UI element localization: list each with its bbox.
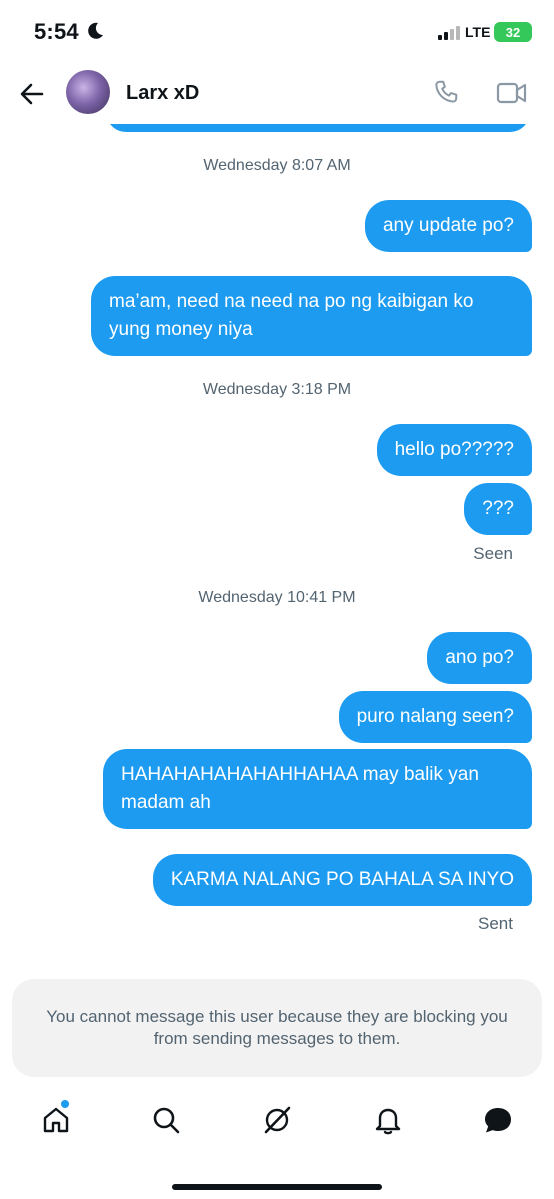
blocked-notice: You cannot message this user because the… bbox=[12, 979, 542, 1077]
message-bubble[interactable]: any update po? bbox=[364, 200, 532, 252]
notification-dot bbox=[61, 1100, 69, 1108]
network-label: LTE bbox=[465, 24, 491, 40]
home-indicator bbox=[172, 1184, 382, 1190]
battery-indicator: 32 bbox=[494, 22, 532, 42]
search-icon[interactable] bbox=[150, 1104, 182, 1136]
back-arrow-icon[interactable] bbox=[18, 80, 46, 108]
message-bubble[interactable]: ??? bbox=[464, 483, 532, 535]
timestamp: Wednesday 3:18 PM bbox=[202, 381, 352, 398]
notifications-icon[interactable] bbox=[372, 1104, 404, 1136]
video-call-icon[interactable] bbox=[496, 80, 528, 106]
message-bubble[interactable]: KARMA NALANG PO BAHALA SA INYO bbox=[152, 854, 532, 906]
timestamp: Wednesday 8:07 AM bbox=[203, 157, 351, 174]
status-bar: 5:54 LTE 32 bbox=[0, 0, 554, 62]
read-receipt: Seen bbox=[473, 544, 513, 563]
home-icon[interactable] bbox=[40, 1104, 72, 1136]
message-bubble[interactable]: ma’am, need na need na po ng kaibigan ko… bbox=[91, 276, 532, 356]
phone-icon[interactable] bbox=[432, 78, 460, 106]
conversation-header: Larx xD bbox=[0, 62, 554, 124]
signal-icon bbox=[438, 26, 460, 40]
grok-icon[interactable] bbox=[261, 1104, 293, 1136]
messages-icon[interactable] bbox=[482, 1104, 514, 1136]
message-bubble[interactable]: puro nalang seen? bbox=[338, 691, 532, 743]
timestamp: Wednesday 10:41 PM bbox=[198, 589, 356, 606]
moon-icon bbox=[88, 22, 103, 39]
bottom-tab-bar bbox=[0, 1090, 554, 1154]
sent-receipt: Sent bbox=[478, 914, 513, 933]
avatar[interactable] bbox=[66, 70, 110, 114]
message-bubble[interactable]: ano po? bbox=[427, 632, 532, 684]
status-time: 5:54 bbox=[34, 19, 79, 44]
message-bubble[interactable]: hello po????? bbox=[376, 424, 532, 476]
contact-name[interactable]: Larx xD bbox=[126, 82, 199, 105]
message-bubble[interactable]: HAHAHAHAHAHAHHAHAA may balik yan madam a… bbox=[103, 749, 532, 829]
